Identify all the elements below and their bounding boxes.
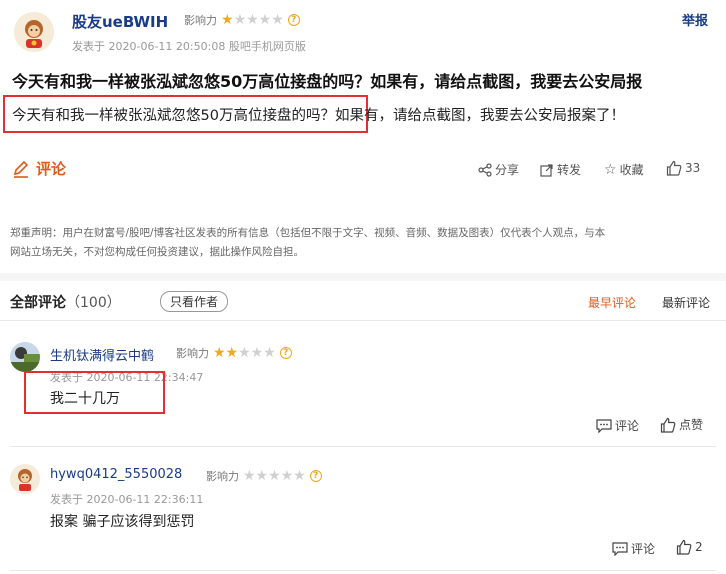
- pencil-icon: [13, 160, 29, 178]
- section-divider: [0, 273, 726, 281]
- influence-stars: ★★★★★: [221, 12, 284, 28]
- help-icon[interactable]: ?: [279, 347, 292, 359]
- sort-earliest-tab[interactable]: 最早评论: [588, 294, 636, 311]
- comment-influence: 影响力 ★★★★★ ?: [206, 468, 322, 484]
- comment-divider: [10, 446, 716, 447]
- like-count: 33: [685, 161, 701, 175]
- comment-icon: [596, 418, 612, 433]
- post-author-avatar[interactable]: [14, 12, 54, 52]
- header-divider: [0, 320, 726, 321]
- comment-like-button[interactable]: 2: [676, 539, 703, 555]
- comment-avatar[interactable]: [10, 342, 40, 372]
- sort-latest-tab[interactable]: 最新评论: [662, 294, 710, 311]
- landscape-avatar-icon: [10, 342, 40, 372]
- comment-avatar[interactable]: [10, 464, 40, 494]
- reply-button[interactable]: 评论: [612, 540, 655, 557]
- disclaimer: 郑重声明：用户在财富号/股吧/博客社区发表的所有信息（包括但不限于文字、视频、音…: [10, 224, 716, 262]
- comment-text: 我二十几万: [50, 391, 120, 407]
- monkey-avatar-icon: [10, 464, 40, 494]
- thumbs-up-icon: [660, 417, 676, 433]
- post-author-name[interactable]: 股友ueBWIH: [72, 11, 168, 32]
- favorite-label: 收藏: [619, 163, 644, 177]
- post-content-part1: 今天有和我一样被张泓斌忽悠50万高位接盘的吗？: [12, 108, 335, 124]
- comment-button-label: 评论: [36, 160, 67, 178]
- share-button[interactable]: 分享: [478, 161, 519, 178]
- repost-button[interactable]: 转发: [540, 161, 581, 178]
- post-content: 今天有和我一样被张泓斌忽悠50万高位接盘的吗？如果有，请给点截图，我要去公安局报…: [12, 104, 625, 125]
- share-label: 分享: [495, 163, 520, 177]
- disclaimer-line2: 网站立场无关，不对您构成任何投资建议，据此操作风险自担。: [10, 246, 304, 258]
- comment-username[interactable]: 生机钛满得云中鹤: [50, 345, 154, 364]
- share-icon: [478, 162, 492, 177]
- comment-text: 报案 骗子应该得到惩罚: [50, 514, 195, 530]
- post-meta: 发表于 2020-06-11 20:50:08 股吧手机网页版: [72, 40, 306, 53]
- influence-stars: ★★★★★: [243, 468, 306, 484]
- thumbs-up-icon: [676, 539, 692, 555]
- like-label: 点赞: [679, 418, 704, 432]
- report-link[interactable]: 举报: [682, 10, 708, 29]
- star-outline-icon: ☆: [604, 161, 617, 178]
- reply-label: 评论: [615, 419, 640, 433]
- monkey-avatar-icon: [14, 12, 54, 52]
- comment-like-button[interactable]: 点赞: [660, 416, 703, 433]
- comment-meta: 发表于 2020-06-11 22:36:11: [50, 493, 204, 506]
- favorite-button[interactable]: ☆ 收藏: [604, 161, 644, 178]
- post-influence: 影响力 ★★★★★ ?: [184, 12, 300, 28]
- influence-stars: ★★★★★: [213, 345, 276, 361]
- like-button[interactable]: 33: [666, 160, 700, 176]
- comment-influence: 影响力 ★★★★★ ?: [176, 345, 292, 361]
- only-author-button[interactable]: 只看作者: [160, 291, 229, 312]
- comment-icon: [612, 541, 628, 556]
- reply-button[interactable]: 评论: [596, 417, 639, 434]
- post-page: 股友ueBWIH 影响力 ★★★★★ ? 举报 发表于 2020-06-11 2…: [0, 0, 726, 574]
- reply-label: 评论: [631, 542, 656, 556]
- comments-count: （100）: [66, 295, 121, 311]
- help-icon[interactable]: ?: [287, 14, 300, 26]
- repost-label: 转发: [557, 163, 582, 177]
- like-count: 2: [695, 540, 703, 554]
- comments-title-label: 全部评论: [10, 295, 66, 311]
- influence-label: 影响力: [176, 347, 209, 360]
- post-content-part2: 如果有，请给点截图，我要去公安局报案了！: [334, 108, 625, 124]
- help-icon[interactable]: ?: [309, 470, 322, 482]
- repost-icon: [540, 163, 553, 177]
- disclaimer-line1: 郑重声明：用户在财富号/股吧/博客社区发表的所有信息（包括但不限于文字、视频、音…: [10, 227, 606, 239]
- comments-title: 全部评论（100）: [10, 292, 121, 312]
- thumbs-up-icon: [666, 160, 682, 176]
- comment-divider: [10, 570, 716, 571]
- influence-label: 影响力: [206, 470, 239, 483]
- comment-username[interactable]: hywq0412_5550028: [50, 467, 182, 482]
- influence-label: 影响力: [184, 14, 217, 27]
- post-title: 今天有和我一样被张泓斌忽悠50万高位接盘的吗？如果有，请给点截图，我要去公安局报: [12, 72, 643, 91]
- comment-button[interactable]: 评论: [12, 158, 66, 179]
